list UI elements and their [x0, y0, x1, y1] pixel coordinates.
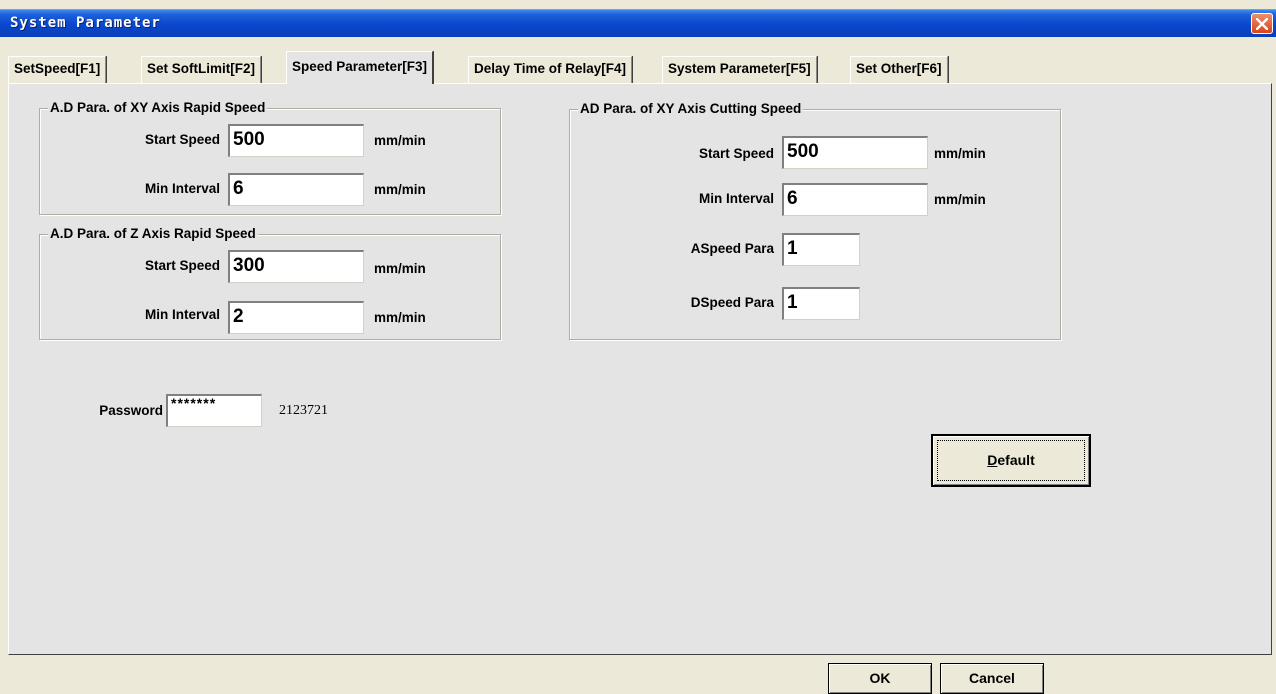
- speed-parameter-page: A.D Para. of XY Axis Rapid Speed Start S…: [8, 83, 1272, 655]
- tab-set-speed[interactable]: SetSpeed[F1]: [8, 56, 107, 83]
- tab-set-other[interactable]: Set Other[F6]: [850, 56, 948, 83]
- xy-cutting-start-input[interactable]: 500: [782, 136, 928, 169]
- xy-cutting-group: AD Para. of XY Axis Cutting Speed Start …: [569, 101, 1061, 340]
- tab-delay-time-of-relay[interactable]: Delay Time of Relay[F4]: [468, 56, 633, 83]
- xy-rapid-start-unit: mm/min: [374, 133, 426, 148]
- dialog-window: System Parameter SetSpeed[F1] Set SoftLi…: [0, 0, 1276, 694]
- password-code: 2123721: [279, 403, 328, 418]
- xy-rapid-interval-label: Min Interval: [144, 181, 220, 196]
- xy-cutting-start-unit: mm/min: [934, 146, 986, 161]
- password-input[interactable]: *******: [166, 394, 262, 427]
- xy-rapid-start-input[interactable]: 500: [228, 124, 364, 157]
- tab-speed-parameter[interactable]: Speed Parameter[F3]: [286, 51, 434, 84]
- tab-system-parameter[interactable]: System Parameter[F5]: [662, 56, 817, 83]
- z-rapid-interval-input[interactable]: 2: [228, 301, 364, 334]
- z-rapid-start-unit: mm/min: [374, 261, 426, 276]
- z-rapid-group: A.D Para. of Z Axis Rapid Speed Start Sp…: [39, 226, 501, 340]
- window-title: System Parameter: [10, 15, 161, 31]
- xy-cutting-dspeed-label: DSpeed Para: [690, 295, 774, 310]
- z-rapid-start-input[interactable]: 300: [228, 250, 364, 283]
- z-rapid-group-title: A.D Para. of Z Axis Rapid Speed: [48, 226, 258, 242]
- tab-strip: SetSpeed[F1] Set SoftLimit[F2] Speed Par…: [4, 51, 1272, 84]
- z-rapid-interval-unit: mm/min: [374, 310, 426, 325]
- xy-cutting-interval-input[interactable]: 6: [782, 183, 928, 216]
- tab-set-softlimit[interactable]: Set SoftLimit[F2]: [141, 56, 261, 83]
- z-rapid-start-label: Start Speed: [144, 258, 220, 273]
- xy-cutting-interval-label: Min Interval: [698, 191, 774, 206]
- xy-rapid-interval-input[interactable]: 6: [228, 173, 364, 206]
- xy-rapid-group-title: A.D Para. of XY Axis Rapid Speed: [48, 100, 268, 116]
- xy-cutting-aspeed-input[interactable]: 1: [782, 233, 860, 266]
- xy-cutting-interval-unit: mm/min: [934, 192, 986, 207]
- title-bar[interactable]: System Parameter: [0, 9, 1276, 37]
- xy-rapid-start-label: Start Speed: [144, 132, 220, 147]
- ok-button[interactable]: OK: [828, 663, 932, 694]
- password-label: Password: [99, 403, 163, 418]
- cancel-button[interactable]: Cancel: [940, 663, 1044, 694]
- xy-cutting-aspeed-label: ASpeed Para: [690, 241, 774, 256]
- xy-cutting-start-label: Start Speed: [698, 146, 774, 161]
- dialog-client: SetSpeed[F1] Set SoftLimit[F2] Speed Par…: [4, 37, 1272, 694]
- focus-rect: [937, 440, 1085, 481]
- xy-cutting-group-title: AD Para. of XY Axis Cutting Speed: [578, 101, 804, 117]
- xy-rapid-group: A.D Para. of XY Axis Rapid Speed Start S…: [39, 100, 501, 215]
- close-button[interactable]: [1251, 13, 1273, 34]
- z-rapid-interval-label: Min Interval: [144, 307, 220, 322]
- xy-rapid-interval-unit: mm/min: [374, 182, 426, 197]
- default-button[interactable]: Default: [931, 434, 1091, 487]
- xy-cutting-dspeed-input[interactable]: 1: [782, 287, 860, 320]
- close-icon: [1256, 18, 1268, 30]
